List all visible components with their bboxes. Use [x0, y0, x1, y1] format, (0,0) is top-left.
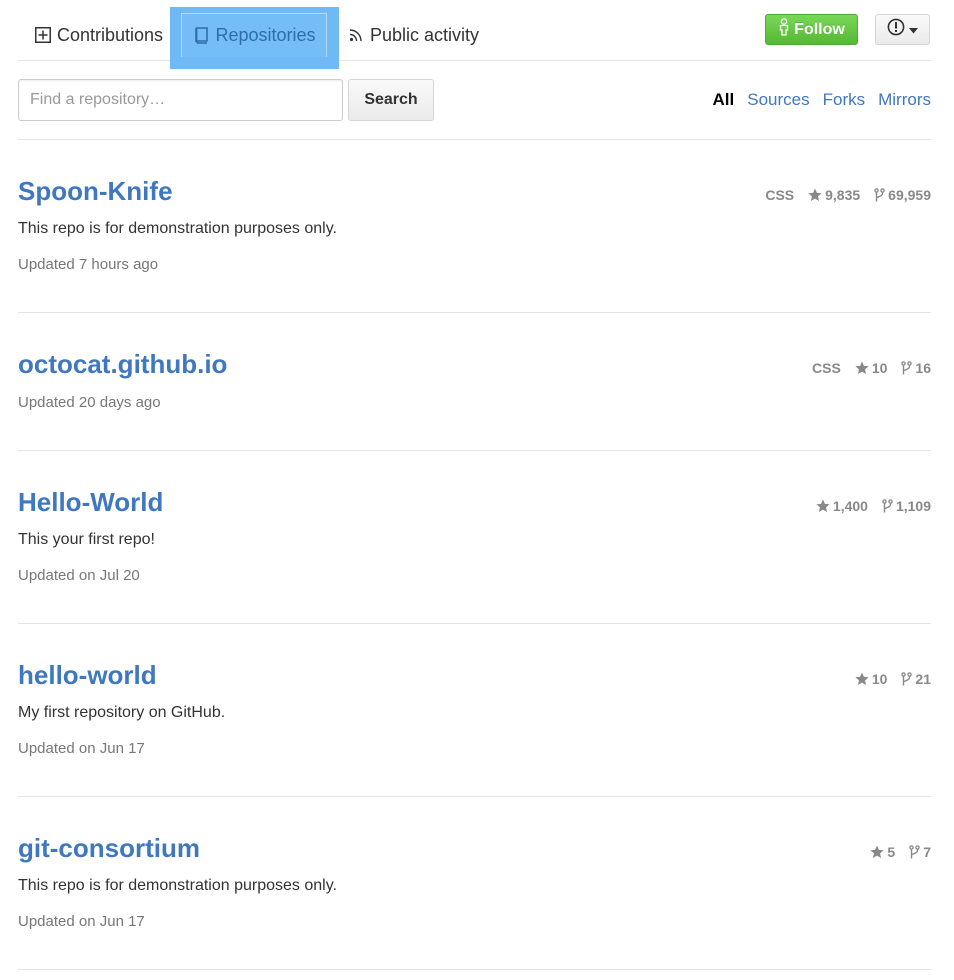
tab-public-activity[interactable]: Public activity — [347, 16, 479, 54]
fork-icon — [901, 360, 913, 376]
star-count: 9,835 — [825, 187, 861, 203]
repo-list-item: Hello-World 1,400 1,109 This your first … — [18, 451, 931, 624]
star-icon — [816, 499, 830, 513]
chevron-down-icon — [909, 21, 918, 39]
forks-link[interactable]: 7 — [909, 844, 931, 860]
profile-page: Contributions Repositories Public activi… — [0, 0, 954, 980]
fork-count: 69,959 — [888, 187, 931, 203]
fork-icon — [901, 671, 913, 687]
repo-filters: All Sources Forks Mirrors — [713, 90, 932, 110]
forks-link[interactable]: 21 — [901, 671, 931, 687]
star-icon — [855, 672, 869, 686]
repo-language: CSS — [812, 360, 841, 376]
repo-updated: Updated 20 days ago — [18, 394, 161, 411]
star-icon — [808, 188, 822, 202]
profile-tabs: Contributions Repositories Public activi… — [18, 0, 931, 69]
stargazers-link[interactable]: 1,400 — [816, 498, 868, 514]
repo-stats: CSS 10 16 — [812, 360, 931, 376]
repo-description: This repo is for demonstration purposes … — [18, 877, 337, 894]
star-count: 1,400 — [832, 498, 868, 514]
star-icon — [870, 845, 885, 859]
repo-description: This your first repo! — [18, 531, 155, 548]
repo-name-link[interactable]: hello-world — [18, 660, 157, 691]
repo-stats: 5 7 — [870, 844, 931, 860]
forks-link[interactable]: 16 — [901, 360, 931, 376]
tab-contributions[interactable]: Contributions — [34, 16, 163, 54]
filter-mirrors[interactable]: Mirrors — [878, 90, 931, 110]
repo-name-link[interactable]: git-consortium — [18, 833, 200, 864]
repo-list-item: hello-world 10 21 My first repository on… — [18, 624, 931, 797]
plus-box-icon — [34, 26, 52, 44]
repo-language: CSS — [765, 187, 795, 203]
fork-icon — [909, 844, 920, 860]
tab-repositories[interactable]: Repositories — [181, 13, 327, 57]
forks-link[interactable]: 69,959 — [874, 187, 931, 203]
repo-description: My first repository on GitHub. — [18, 704, 226, 721]
star-icon — [855, 361, 869, 375]
tab-contributions-label: Contributions — [57, 24, 164, 45]
fork-icon — [874, 187, 885, 203]
filter-all[interactable]: All — [713, 90, 735, 110]
repo-updated: Updated on Jun 17 — [18, 913, 145, 930]
stargazers-link[interactable]: 5 — [870, 844, 895, 860]
report-dropdown-button[interactable] — [875, 14, 930, 45]
search-button[interactable]: Search — [348, 79, 434, 121]
person-add-icon — [778, 18, 790, 41]
follow-button[interactable]: Follow — [765, 14, 858, 45]
repo-list-item: Spoon-Knife CSS 9,835 69,959 This repo i… — [18, 140, 931, 313]
fork-count: 7 — [923, 844, 931, 860]
tab-public-activity-label: Public activity — [370, 24, 480, 45]
star-count: 5 — [887, 844, 896, 860]
rss-icon — [347, 26, 365, 44]
repo-search-input[interactable] — [18, 79, 343, 121]
repo-name-link[interactable]: Hello-World — [18, 487, 163, 518]
repo-list-item: git-consortium 5 7 This repo is for demo… — [18, 797, 931, 970]
stargazers-link[interactable]: 9,835 — [808, 187, 860, 203]
stargazers-link[interactable]: 10 — [855, 360, 888, 376]
forks-link[interactable]: 1,109 — [882, 498, 931, 514]
repo-updated: Updated on Jun 17 — [18, 740, 145, 757]
filter-forks[interactable]: Forks — [823, 90, 866, 110]
fork-icon — [882, 498, 893, 514]
repo-list-item: octocat.github.io CSS 10 16 Updated 20 d… — [18, 313, 931, 451]
filter-sources[interactable]: Sources — [747, 90, 809, 110]
fork-count: 16 — [915, 360, 931, 376]
tab-repositories-label: Repositories — [215, 25, 316, 45]
repo-name-link[interactable]: octocat.github.io — [18, 349, 227, 380]
repo-updated: Updated on Jul 20 — [18, 567, 140, 584]
stargazers-link[interactable]: 10 — [855, 671, 888, 687]
repo-updated: Updated 7 hours ago — [18, 256, 159, 273]
repo-description: This repo is for demonstration purposes … — [18, 220, 337, 237]
fork-count: 21 — [915, 671, 931, 687]
repo-book-icon — [192, 27, 210, 45]
repo-name-link[interactable]: Spoon-Knife — [18, 176, 173, 207]
fork-count: 1,109 — [895, 498, 931, 514]
star-count: 10 — [871, 671, 888, 687]
alert-icon — [887, 18, 905, 41]
star-count: 10 — [871, 360, 888, 376]
follow-label: Follow — [794, 20, 845, 38]
repo-stats: 10 21 — [855, 671, 931, 687]
repo-stats: CSS 9,835 69,959 — [765, 187, 931, 203]
repo-stats: 1,400 1,109 — [816, 498, 931, 514]
